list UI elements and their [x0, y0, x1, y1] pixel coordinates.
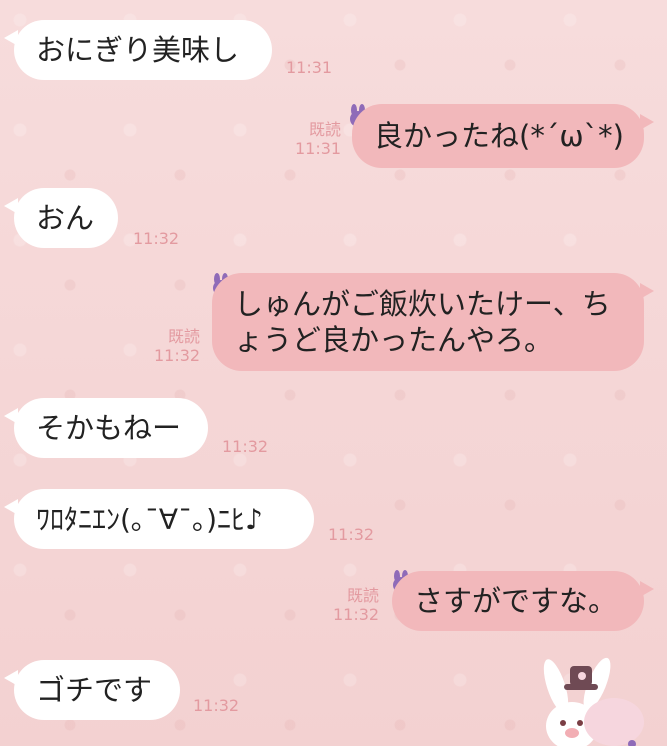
read-receipt-4: 既読: [167, 327, 200, 346]
message-text-2: 良かったね(*´ω`*): [374, 118, 624, 153]
message-text-6: ﾜﾛﾀﾆｴﾝ(｡¯∀¯｡)ﾆﾋ♪: [36, 502, 263, 536]
message-bubble-5[interactable]: そかもねー: [4, 398, 208, 458]
message-meta-2: 既読 11:31: [295, 120, 341, 158]
message-meta-7: 既読 11:32: [333, 586, 379, 624]
message-text-4-line-2: ょうど良かったんやろ。: [234, 323, 554, 357]
message-time-8: 11:32: [193, 696, 240, 715]
read-receipt-2: 既読: [308, 120, 341, 139]
message-time-2: 11:31: [295, 139, 342, 159]
message-time-1: 11:31: [286, 58, 333, 77]
bunny-sticker: [543, 657, 644, 746]
message-text-4-line-1: しゅんがご飯炊いたけー、ち: [234, 286, 611, 321]
message-text-1: おにぎり美味し: [36, 32, 240, 67]
message-bubble-8[interactable]: ゴチです: [4, 660, 180, 720]
message-bubble-3[interactable]: おん: [4, 188, 118, 248]
message-time-6: 11:32: [328, 525, 375, 544]
message-time-7: 11:32: [333, 605, 380, 625]
message-text-4: しゅんがご飯炊いたけー、ち ょうど良かったんやろ。: [234, 286, 611, 359]
message-text-5: そかもねー: [36, 410, 182, 445]
message-meta-4: 既読 11:32: [154, 327, 200, 365]
message-text-7: さすがですな。: [414, 583, 618, 618]
read-receipt-7: 既読: [346, 586, 379, 605]
message-text-8: ゴチです: [36, 672, 153, 707]
message-text-3: おん: [36, 200, 95, 235]
message-time-5: 11:32: [222, 437, 269, 456]
message-bubble-2[interactable]: 良かったね(*´ω`*): [352, 104, 654, 168]
message-bubble-4[interactable]: しゅんがご飯炊いたけー、ち ょうど良かったんやろ。: [212, 273, 654, 371]
message-time-3: 11:32: [133, 229, 180, 248]
message-bubble-7[interactable]: さすがですな。: [392, 571, 654, 631]
message-bubble-6[interactable]: ﾜﾛﾀﾆｴﾝ(｡¯∀¯｡)ﾆﾋ♪: [4, 489, 314, 549]
message-bubble-1[interactable]: おにぎり美味し: [4, 20, 272, 80]
message-time-4: 11:32: [154, 346, 201, 366]
